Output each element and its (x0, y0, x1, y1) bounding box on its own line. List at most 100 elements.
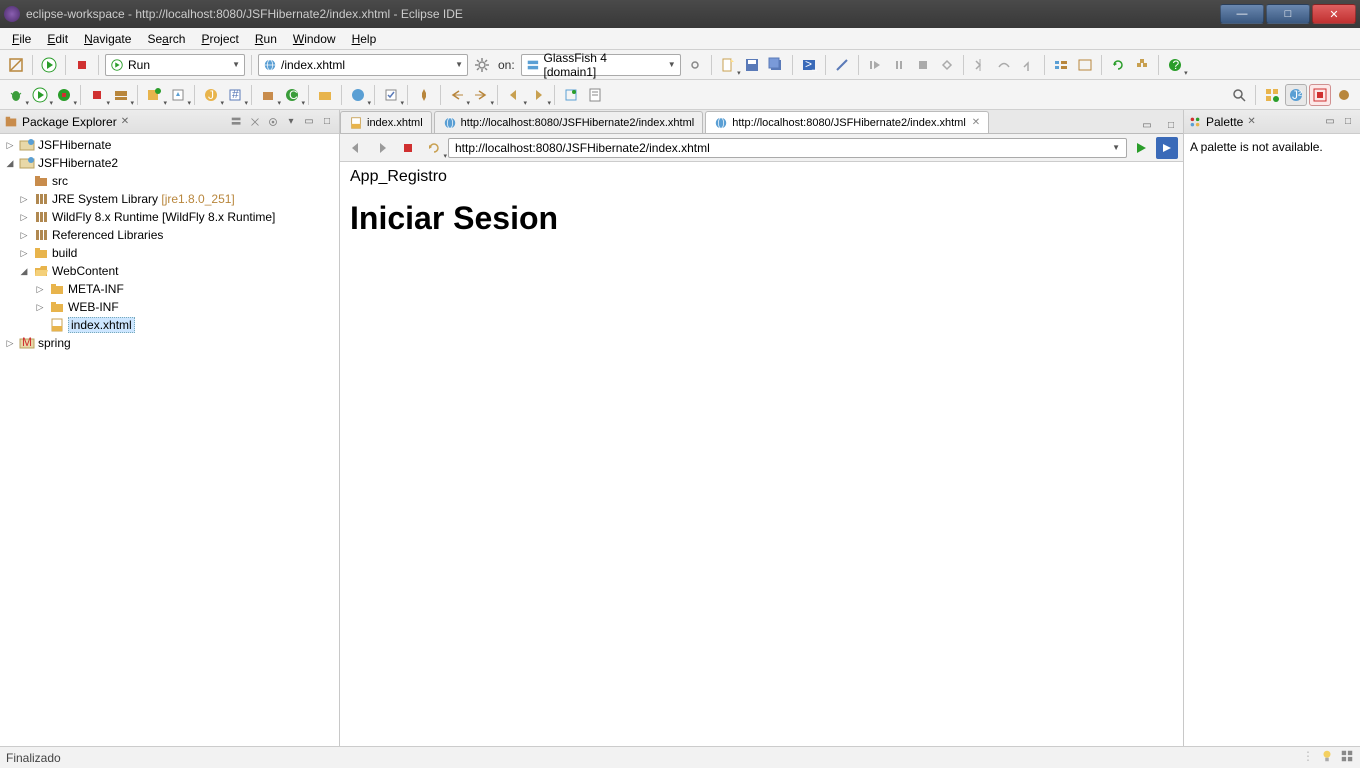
build-icon[interactable] (1131, 54, 1153, 76)
debug-button[interactable]: ▾ (5, 84, 27, 106)
maximize-button[interactable]: □ (1266, 4, 1310, 24)
tab-browser-2[interactable]: http://localhost:8080/JSFHibernate2/inde… (705, 111, 989, 133)
step-into-icon[interactable] (969, 54, 991, 76)
server-combo[interactable]: GlassFish 4 [domain1] ▼ (521, 54, 681, 76)
collapse-icon[interactable]: ◢ (18, 266, 30, 277)
expand-icon[interactable]: ▷ (18, 194, 30, 205)
coverage-button[interactable]: ▾ (53, 84, 75, 106)
tree-project-jsfhibernate2[interactable]: ◢ JSFHibernate2 (0, 154, 339, 172)
step-over-icon[interactable] (993, 54, 1015, 76)
menu-project[interactable]: Project (193, 30, 246, 48)
new-button[interactable]: ▾ (717, 54, 739, 76)
go-button[interactable] (1130, 137, 1152, 159)
file-path-combo[interactable]: /index.xhtml ▼ (258, 54, 468, 76)
resume-icon[interactable] (864, 54, 886, 76)
new-wizard-button[interactable]: ▾ (167, 84, 189, 106)
menu-navigate[interactable]: Navigate (76, 30, 139, 48)
disconnect-icon[interactable] (936, 54, 958, 76)
minimize-view-icon[interactable]: ▭ (1322, 114, 1338, 130)
minimize-view-icon[interactable]: ▭ (301, 114, 317, 130)
tree-project-jsfhibernate[interactable]: ▷ JSFHibernate (0, 136, 339, 154)
focus-icon[interactable] (265, 114, 281, 130)
new-java-button[interactable]: J▾ (200, 84, 222, 106)
server-settings-icon[interactable] (684, 54, 706, 76)
mark-occurrences-icon[interactable] (1074, 54, 1096, 76)
run-button[interactable] (38, 54, 60, 76)
stop-button[interactable] (71, 54, 93, 76)
tree-metainf[interactable]: ▷ META-INF (0, 280, 339, 298)
new-class-button[interactable]: C▾ (281, 84, 303, 106)
overview-icon[interactable] (1340, 749, 1354, 766)
browser-home-button[interactable] (1156, 137, 1178, 159)
tree-jre[interactable]: ▷ JRE System Library [jre1.8.0_251] (0, 190, 339, 208)
package-explorer-tree[interactable]: ▷ JSFHibernate ◢ JSFHibernate2 src ▷ JRE… (0, 134, 339, 746)
tree-referenced-libs[interactable]: ▷ Referenced Libraries (0, 226, 339, 244)
new-server-button[interactable]: ▾ (143, 84, 165, 106)
menu-search[interactable]: Search (139, 30, 193, 48)
save-all-button[interactable] (765, 54, 787, 76)
publish-button[interactable]: ▾ (110, 84, 132, 106)
run-launch-combo[interactable]: Run ▼ (105, 54, 245, 76)
menu-run[interactable]: Run (247, 30, 285, 48)
terminate-icon[interactable] (912, 54, 934, 76)
new-package-button[interactable]: ▾ (257, 84, 279, 106)
forward-button[interactable]: ▾ (527, 84, 549, 106)
new-css-button[interactable]: #▾ (224, 84, 246, 106)
editor-minimize-icon[interactable]: ▭ (1139, 117, 1155, 133)
maximize-view-icon[interactable]: □ (319, 114, 335, 130)
tab-browser-1[interactable]: http://localhost:8080/JSFHibernate2/inde… (434, 111, 704, 133)
browser-forward-button[interactable] (371, 137, 393, 159)
expand-icon[interactable]: ▷ (18, 230, 30, 241)
toggle-breadcrumb-icon[interactable] (1050, 54, 1072, 76)
browser-stop-button[interactable] (397, 137, 419, 159)
suspend-icon[interactable] (888, 54, 910, 76)
maximize-view-icon[interactable]: □ (1340, 114, 1356, 130)
perspective-other-button[interactable] (1333, 84, 1355, 106)
pin-button[interactable] (413, 84, 435, 106)
package-explorer-close-icon[interactable]: ✕ (121, 116, 129, 127)
terminal-button[interactable]: >_ (798, 54, 820, 76)
run-as-button[interactable]: ▾ (29, 84, 51, 106)
tree-wildfly[interactable]: ▷ WildFly 8.x Runtime [WildFly 8.x Runti… (0, 208, 339, 226)
collapse-all-icon[interactable] (229, 114, 245, 130)
close-button[interactable]: ✕ (1312, 4, 1356, 24)
pin-editor-button[interactable] (560, 84, 582, 106)
save-button[interactable] (741, 54, 763, 76)
menu-file[interactable]: File (4, 30, 39, 48)
browser-refresh-button[interactable]: ▾ (423, 137, 445, 159)
back-button[interactable]: ▾ (503, 84, 525, 106)
editor-maximize-icon[interactable]: □ (1163, 117, 1179, 133)
menu-edit[interactable]: Edit (39, 30, 76, 48)
tree-build[interactable]: ▷ build (0, 244, 339, 262)
tree-webinf[interactable]: ▷ WEB-INF (0, 298, 339, 316)
url-input[interactable]: http://localhost:8080/JSFHibernate2/inde… (448, 138, 1127, 158)
open-browser-button[interactable]: ▾ (347, 84, 369, 106)
perspective-jee-button[interactable]: J² (1285, 84, 1307, 106)
tree-index-xhtml[interactable]: index.xhtml (0, 316, 339, 334)
tab-close-icon[interactable]: ✕ (972, 117, 980, 128)
search-icon[interactable] (1228, 84, 1250, 106)
collapse-icon[interactable]: ◢ (4, 158, 16, 169)
open-type-button[interactable] (314, 84, 336, 106)
expand-icon[interactable]: ▷ (4, 338, 16, 349)
expand-icon[interactable]: ▷ (34, 284, 46, 295)
expand-icon[interactable]: ▷ (4, 140, 16, 151)
expand-icon[interactable]: ▷ (18, 248, 30, 259)
skip-breakpoints-button[interactable] (5, 54, 27, 76)
menu-window[interactable]: Window (285, 30, 344, 48)
tip-icon[interactable] (1320, 749, 1334, 766)
link-back-button[interactable]: ▾ (446, 84, 468, 106)
tree-webcontent[interactable]: ◢ WebContent (0, 262, 339, 280)
view-menu-icon[interactable]: ▾ (283, 114, 299, 130)
perspective-debug-button[interactable] (1309, 84, 1331, 106)
settings-icon[interactable] (471, 54, 493, 76)
menu-help[interactable]: Help (344, 30, 385, 48)
properties-button[interactable] (584, 84, 606, 106)
help-icon[interactable]: ?▾ (1164, 54, 1186, 76)
tab-index-xhtml[interactable]: index.xhtml (340, 111, 432, 133)
wand-icon[interactable] (831, 54, 853, 76)
stop-server-button[interactable]: ▾ (86, 84, 108, 106)
expand-icon[interactable]: ▷ (18, 212, 30, 223)
link-fwd-button[interactable]: ▾ (470, 84, 492, 106)
palette-close-icon[interactable]: ✕ (1247, 116, 1255, 127)
